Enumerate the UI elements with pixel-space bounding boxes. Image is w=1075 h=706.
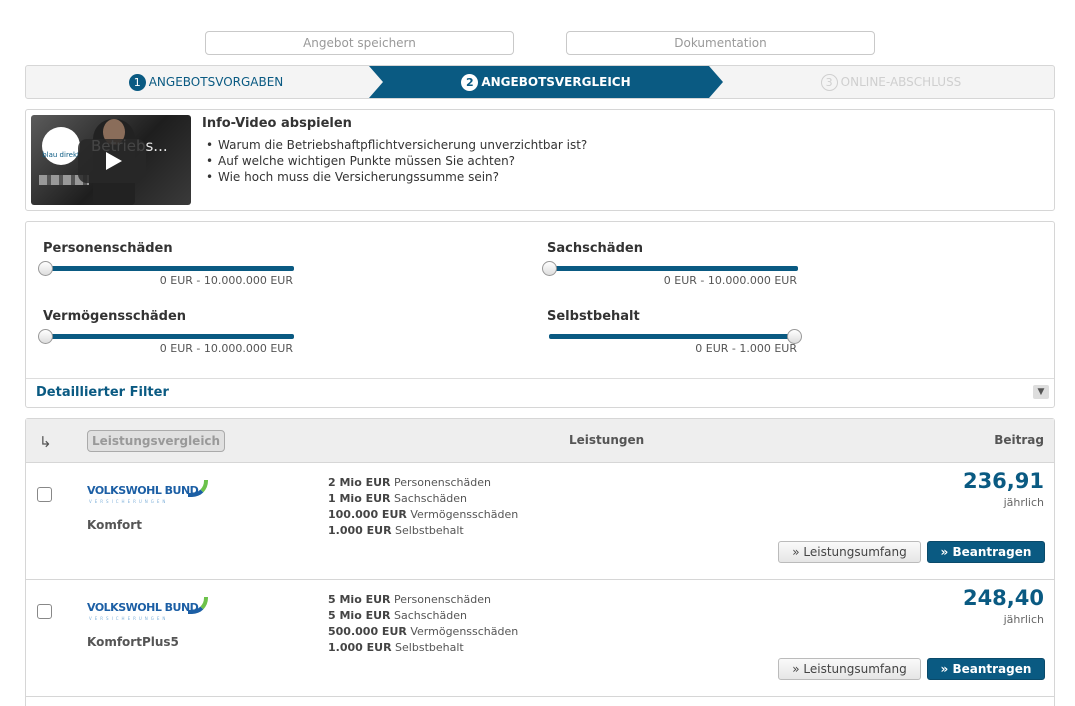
benefit-item: 1.000 EUR Selbstbehalt [328,523,518,539]
apply-button[interactable]: » Beantragen [927,541,1045,563]
video-topics: Warum die Betriebshaftpflichtversicherun… [206,137,587,185]
insurer-logo-subtitle: VERSICHERUNGEN [89,616,169,621]
benefit-item: 1 Mio EUR Sachschäden [328,491,518,507]
benefit-amount: 1 Mio EUR [328,492,391,505]
benefit-list: 2 Mio EUR Personenschäden 1 Mio EUR Sach… [328,475,518,539]
slider-track-personal-injury[interactable] [45,266,294,271]
slider-track-financial-loss[interactable] [45,334,294,339]
benefit-label: Sachschäden [394,609,467,622]
benefit-item: 2 Mio EUR Personenschäden [328,475,518,491]
compare-checkbox[interactable] [37,487,52,502]
benefit-amount: 2 Mio EUR [328,476,391,489]
step-label: ANGEBOTSVERGLEICH [481,75,631,89]
benefit-amount: 100.000 EUR [328,508,407,521]
premium-price: 236,91 [962,469,1044,493]
benefit-item: 5 Mio EUR Personenschäden [328,592,518,608]
payment-period: jährlich [1003,613,1044,626]
benefit-amount: 1.000 EUR [328,524,392,537]
offer-row: VOLKSWOHL BUND VERSICHERUNGEN KomfortPlu… [26,580,1054,697]
insurer-swoosh-icon [188,480,208,497]
filter-panel: Personenschäden 0 EUR - 10.000.000 EUR S… [25,221,1055,408]
benefit-item: 5 Mio EUR Sachschäden [328,608,518,624]
benefit-amount: 500.000 EUR [328,625,407,638]
divider [26,378,1054,379]
benefit-scope-button[interactable]: » Leistungsumfang [778,658,921,680]
step-number: 1 [128,73,146,91]
benefit-item: 100.000 EUR Vermögensschäden [328,507,518,523]
detailed-filter-toggle[interactable]: Detaillierter Filter [36,385,169,400]
step-label: ONLINE-ABSCHLUSS [840,75,962,89]
insurer-logo: VOLKSWOHL BUND [87,484,199,497]
insurer-swoosh-icon [188,597,208,614]
step-number: 3 [820,73,838,91]
apply-button[interactable]: » Beantragen [927,658,1045,680]
video-title[interactable]: Info-Video abspielen [202,116,352,131]
benefit-list: 5 Mio EUR Personenschäden 5 Mio EUR Sach… [328,592,518,656]
filter-label-deductible: Selbstbehalt [547,309,640,324]
benefit-amount: 5 Mio EUR [328,609,391,622]
chevron-down-icon[interactable]: ▼ [1033,385,1049,399]
benefit-label: Personenschäden [394,476,491,489]
benefit-label: Selbstbehalt [395,641,464,654]
tariff-name: KomfortPlus5 [87,635,179,649]
filter-label-financial-loss: Vermögensschäden [43,309,187,324]
step-offer-comparison[interactable]: 2 ANGEBOTSVERGLEICH [369,66,723,98]
compare-checkbox[interactable] [37,604,52,619]
benefit-label: Sachschäden [394,492,467,505]
filter-range-personal-injury: 0 EUR - 10.000.000 EUR [159,274,293,287]
documentation-button[interactable]: Dokumentation [566,31,875,55]
filter-label-personal-injury: Personenschäden [43,241,173,256]
insurer-logo-subtitle: VERSICHERUNGEN [89,499,169,504]
video-topic: Auf welche wichtigen Punkte müssen Sie a… [206,153,587,169]
tariff-name: Komfort [87,518,142,532]
save-offer-button[interactable]: Angebot speichern [205,31,514,55]
step-offer-settings[interactable]: 1 ANGEBOTSVORGABEN [26,66,386,98]
filter-range-financial-loss: 0 EUR - 10.000.000 EUR [159,342,293,355]
offer-row: VOLKSWOHL BUND VERSICHERUNGEN Komfort 2 … [26,463,1054,580]
benefit-label: Vermögensschäden [410,508,519,521]
results-header: ↳ Leistungsvergleich Leistungen Beitrag [26,419,1054,463]
benefit-label: Personenschäden [394,593,491,606]
column-header-premium[interactable]: Beitrag [994,433,1044,447]
benefit-item: 500.000 EUR Vermögensschäden [328,624,518,640]
sort-arrow-icon[interactable]: ↳ [39,433,52,451]
progress-steps: 1 ANGEBOTSVORGABEN 2 ANGEBOTSVERGLEICH 3… [25,65,1055,99]
play-icon[interactable] [78,139,146,183]
benefit-label: Selbstbehalt [395,524,464,537]
column-header-benefits: Leistungen [569,433,645,447]
video-thumbnail[interactable]: blau direkt Betriebs... [31,115,191,205]
info-video-panel: blau direkt Betriebs... Info-Video abspi… [25,109,1055,211]
filter-range-deductible: 0 EUR - 1.000 EUR [695,342,797,355]
benefit-item: 1.000 EUR Selbstbehalt [328,640,518,656]
results-table: ↳ Leistungsvergleich Leistungen Beitrag … [25,418,1055,706]
insurer-logo: VOLKSWOHL BUND [87,601,199,614]
slider-track-property-damage[interactable] [549,266,798,271]
step-label: ANGEBOTSVORGABEN [148,75,284,89]
step-number: 2 [461,73,479,91]
brand-logo: blau direkt [42,127,80,165]
benefit-amount: 1.000 EUR [328,641,392,654]
step-online-conclusion: 3 ONLINE-ABSCHLUSS [726,66,1054,98]
video-topic: Wie hoch muss die Versicherungssumme sei… [206,169,587,185]
compare-benefits-button[interactable]: Leistungsvergleich [87,430,226,452]
payment-period: jährlich [1003,496,1044,509]
benefit-amount: 5 Mio EUR [328,593,391,606]
filter-range-property-damage: 0 EUR - 10.000.000 EUR [663,274,797,287]
filter-label-property-damage: Sachschäden [547,241,643,256]
premium-price: 248,40 [962,586,1044,610]
benefit-label: Vermögensschäden [410,625,519,638]
benefit-scope-button[interactable]: » Leistungsumfang [778,541,921,563]
video-topic: Warum die Betriebshaftpflichtversicherun… [206,137,587,153]
slider-track-deductible[interactable] [549,334,798,339]
